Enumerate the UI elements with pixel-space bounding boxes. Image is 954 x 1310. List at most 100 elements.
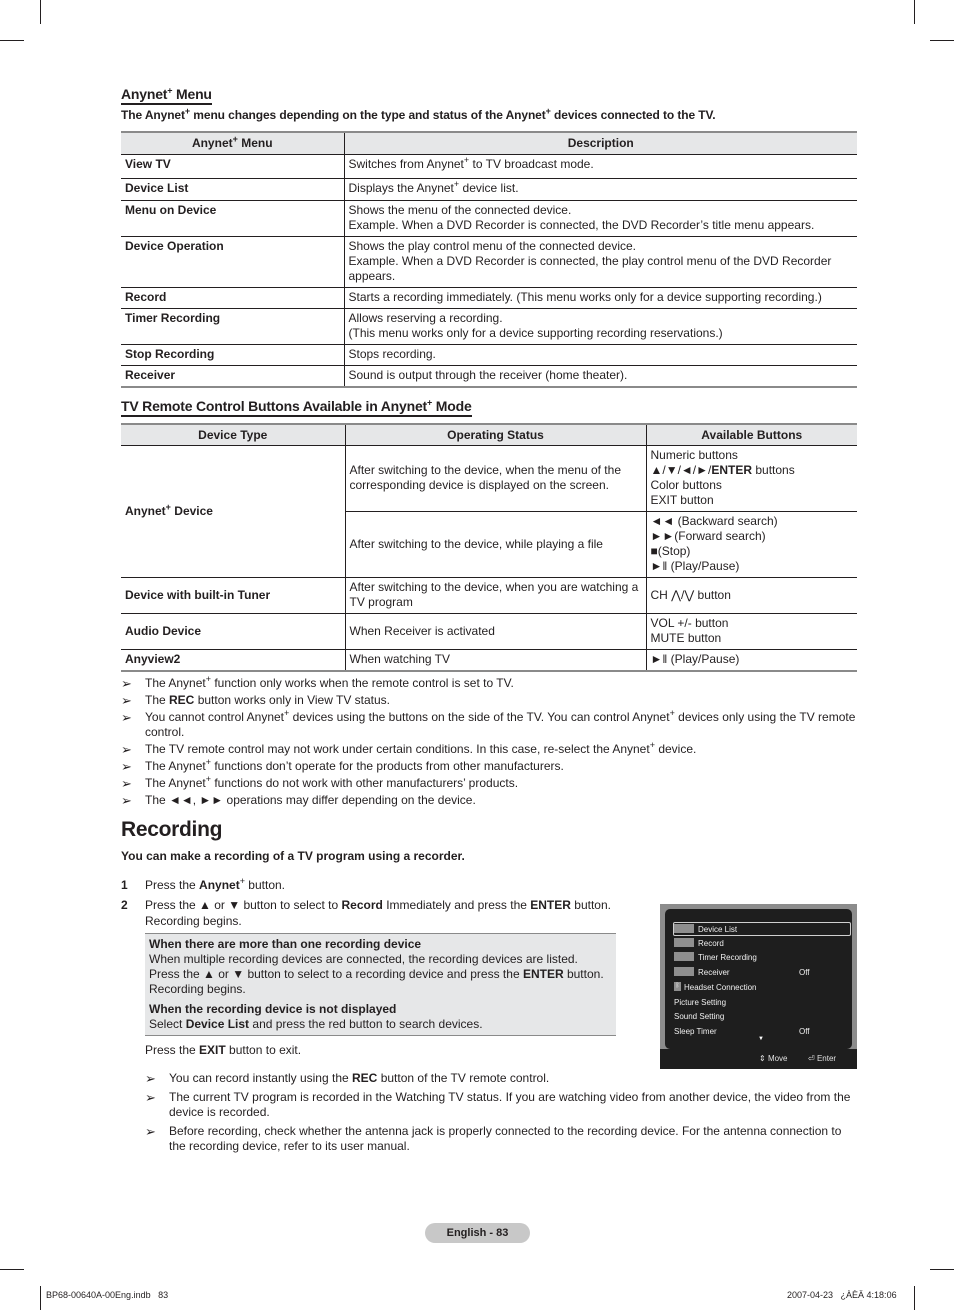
- arrow-bullet-icon: ➢: [145, 1124, 156, 1139]
- crop-mark: [914, 1286, 915, 1310]
- operating-status: After switching to the device, when you …: [344, 577, 646, 614]
- crop-mark: [40, 0, 41, 24]
- column-header-menu: Anynet+ Menu: [121, 131, 344, 155]
- anynet-logo-icon: [674, 924, 694, 934]
- updown-arrow-icon: ⇕: [759, 1054, 766, 1063]
- column-header-available-buttons: Available Buttons: [645, 422, 857, 446]
- arrow-bullet-icon: ➢: [121, 793, 132, 808]
- exit-instruction: Press the EXIT button to exit.: [145, 1043, 302, 1057]
- menu-description: Stops recording.: [343, 343, 857, 365]
- print-slug-timestamp: 2007-04-23 ¿ÀÈÄ 4:18:06: [787, 1290, 897, 1300]
- arrow-bullet-icon: ➢: [121, 710, 132, 725]
- bluetooth-icon: ᛒ: [674, 982, 681, 992]
- crop-mark: [930, 40, 954, 41]
- available-buttons: ►ǁ (Play/Pause): [645, 649, 857, 672]
- operating-status: When Receiver is activated: [344, 613, 646, 650]
- table-row: Device List Displays the Anynet+ device …: [121, 177, 857, 200]
- note-item: ➢ The Anynet+ function only works when th…: [121, 674, 514, 692]
- table-row: Stop Recording Stops recording.: [121, 343, 857, 365]
- osd-enter-hint: ⏎ Enter: [808, 1054, 837, 1063]
- anynet-notes: ➢ The Anynet+ function only works when th…: [121, 674, 857, 809]
- crop-mark: [914, 0, 915, 24]
- page-number-badge: English - 83: [425, 1223, 530, 1243]
- osd-footer: ⇕ Move ⏎ Enter: [660, 1049, 857, 1069]
- menu-name: View TV: [121, 153, 344, 178]
- print-slug-file: BP68-00640A-00Eng.indb 83: [46, 1290, 169, 1300]
- tv-osd-screenshot: Device List Record Timer Recording Recei…: [660, 904, 857, 1069]
- osd-item-headset-connection: ᛒ Headset Connection: [674, 982, 757, 992]
- remote-buttons-table: Device Type Operating Status Available B…: [121, 422, 857, 673]
- note-item: ➢ The Anynet+ functions don’t operate for…: [121, 757, 564, 775]
- anynet-logo-icon: [674, 967, 694, 977]
- recording-title: Recording: [121, 818, 223, 841]
- column-header-device-type: Device Type: [121, 422, 345, 446]
- osd-item-device-list: Device List: [673, 922, 851, 936]
- osd-item-sound-setting: Sound Setting: [674, 1012, 725, 1021]
- operating-status: When watching TV: [344, 649, 646, 672]
- crop-mark: [40, 1286, 41, 1310]
- arrow-bullet-icon: ➢: [121, 676, 132, 691]
- recording-notes: ➢ You can record instantly using the REC …: [145, 1071, 857, 1154]
- device-type: Anynet+ Device: [121, 445, 345, 578]
- table-row: Anyview2 When watching TV ►ǁ (Play/Pause…: [121, 649, 857, 672]
- table-row: View TV Switches from Anynet+ to TV broa…: [121, 153, 857, 178]
- column-header-operating-status: Operating Status: [344, 422, 646, 446]
- arrow-bullet-icon: ➢: [121, 776, 132, 791]
- recording-info-box: When there are more than one recording d…: [145, 933, 616, 1036]
- crop-mark: [0, 40, 24, 41]
- table-row: Audio Device When Receiver is activated …: [121, 613, 857, 650]
- anynet-menu-table: Anynet+ Menu Description View TV Switche…: [121, 131, 857, 388]
- menu-name: Receiver: [121, 364, 344, 388]
- menu-name: Record: [121, 286, 344, 308]
- menu-description: Shows the menu of the connected device. E…: [343, 199, 857, 236]
- anynet-logo-icon: [674, 938, 694, 948]
- arrow-bullet-icon: ➢: [121, 759, 132, 774]
- menu-description: Sound is output through the receiver (ho…: [343, 364, 857, 388]
- operating-status: After switching to the device, while pla…: [344, 511, 646, 578]
- menu-name: Device List: [121, 177, 344, 200]
- remote-buttons-heading: TV Remote Control Buttons Available in A…: [121, 397, 472, 417]
- osd-menu-panel: Device List Record Timer Recording Recei…: [665, 909, 852, 1049]
- note-item: ➢ Before recording, check whether the ant…: [145, 1124, 842, 1153]
- table-row: Anynet+ Device After switching to the de…: [121, 445, 857, 578]
- menu-name: Device Operation: [121, 235, 344, 287]
- arrow-bullet-icon: ➢: [145, 1090, 156, 1105]
- note-item: ➢ The Anynet+ functions do not work with …: [121, 774, 519, 792]
- anynet-menu-heading: Anynet+ Menu: [121, 86, 212, 105]
- anynet-menu-subheading: The Anynet+ menu changes depending on th…: [121, 106, 716, 123]
- crop-mark: [930, 1269, 954, 1270]
- note-item: ➢ The ◄◄, ►► operations may differ depend…: [121, 793, 476, 808]
- available-buttons: VOL +/- button MUTE button: [645, 613, 857, 650]
- arrow-bullet-icon: ➢: [145, 1071, 156, 1086]
- crop-mark: [0, 1269, 24, 1270]
- device-type: Audio Device: [121, 613, 345, 650]
- osd-move-hint: ⇕ Move: [759, 1054, 788, 1063]
- available-buttons: ◄◄ (Backward search) ►►(Forward search) …: [645, 511, 857, 578]
- menu-description: Shows the play control menu of the conne…: [343, 235, 857, 287]
- menu-name: Menu on Device: [121, 199, 344, 236]
- scroll-down-indicator-icon: ▼: [758, 1036, 764, 1042]
- table-row: Receiver Sound is output through the rec…: [121, 364, 857, 388]
- osd-item-picture-setting: Picture Setting: [674, 998, 727, 1007]
- available-buttons: CH ⋀/⋁ button: [645, 577, 857, 614]
- note-item: ➢ The current TV program is recorded in t…: [145, 1090, 851, 1119]
- operating-status: After switching to the device, when the …: [344, 445, 646, 512]
- available-buttons: Numeric buttons ▲/▼/◄/►/ENTER buttons Co…: [645, 445, 857, 512]
- menu-name: Timer Recording: [121, 307, 344, 344]
- column-header-description: Description: [343, 131, 857, 155]
- recording-steps: 1 Press the Anynet+ button. 2 Press the ▲ …: [121, 877, 621, 1058]
- device-type: Anyview2: [121, 649, 345, 672]
- table-header-row: Device Type Operating Status Available B…: [121, 422, 857, 446]
- note-item: ➢ You can record instantly using the REC …: [145, 1071, 550, 1086]
- note-item: ➢ The TV remote control may not work unde…: [121, 740, 697, 758]
- table-row: Device with built-in Tuner After switchi…: [121, 577, 857, 614]
- table-row: Device Operation Shows the play control …: [121, 235, 857, 287]
- table-header-row: Anynet+ Menu Description: [121, 131, 857, 155]
- menu-name: Stop Recording: [121, 343, 344, 365]
- menu-description: Starts a recording immediately. (This me…: [343, 286, 857, 308]
- note-item: ➢ The REC button works only in View TV st…: [121, 693, 391, 708]
- menu-description: Displays the Anynet+ device list.: [343, 177, 857, 200]
- note-item: ➢ You cannot control Anynet+ devices usin…: [121, 708, 856, 740]
- arrow-bullet-icon: ➢: [121, 693, 132, 708]
- step-item: 1 Press the Anynet+ button.: [121, 876, 285, 893]
